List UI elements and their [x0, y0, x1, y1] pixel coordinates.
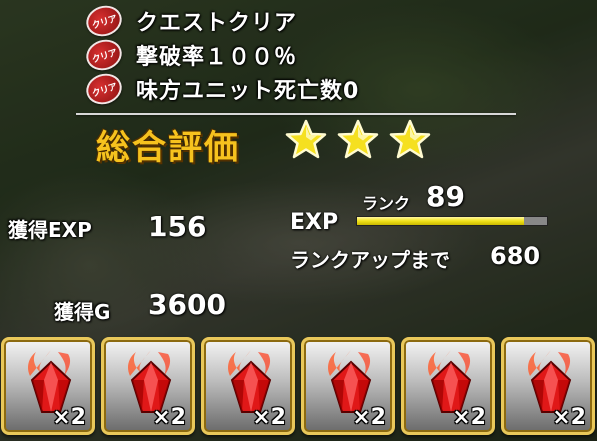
reward-slot[interactable]: ×2 — [201, 337, 295, 435]
quest-objectives: クリア クエストクリア クリア 撃破率１００％ クリア 味方ユニット死亡数0 — [82, 1, 360, 109]
reward-quantity: ×2 — [152, 405, 186, 430]
quest-row: クリア 撃破率１００％ — [82, 35, 359, 75]
quest-row: クリア 味方ユニット死亡数0 — [82, 69, 360, 109]
clear-stamp-icon: クリア — [82, 1, 126, 41]
reward-slot[interactable]: ×2 — [501, 337, 595, 435]
exp-gained-label: 獲得EXP — [8, 218, 92, 242]
quest-label: クエストクリア — [136, 11, 298, 36]
reward-list: ×2 ×2 ×2 ×2 ×2 ×2 — [0, 337, 597, 441]
exp-progress-fill — [357, 217, 525, 225]
gold-gained-value: 3600 — [148, 288, 226, 321]
clear-stamp-icon: クリア — [82, 35, 126, 75]
clear-stamp-icon: クリア — [82, 69, 126, 109]
gold-gained-label: 獲得G — [54, 300, 111, 324]
rating-stars — [284, 118, 432, 162]
overall-rating-label: 総合評価 — [96, 128, 240, 168]
star-icon — [284, 118, 328, 162]
exp-bar-label: EXP — [290, 210, 339, 235]
clear-stamp-label: クリア — [90, 13, 119, 32]
exp-progress-bar — [356, 216, 548, 226]
rankup-label: ランクアップまで — [290, 248, 450, 272]
reward-slot[interactable]: ×2 — [401, 337, 495, 435]
reward-quantity: ×2 — [252, 405, 286, 430]
reward-slot[interactable]: ×2 — [101, 337, 195, 435]
exp-gained-value: 156 — [148, 210, 207, 243]
rank-label: ランク — [362, 194, 411, 213]
clear-stamp-label: クリア — [90, 81, 119, 100]
clear-stamp-label: クリア — [90, 47, 119, 66]
reward-quantity: ×2 — [352, 405, 386, 430]
quest-label: 撃破率１００％ — [136, 45, 298, 70]
star-icon — [388, 118, 432, 162]
quest-label: 味方ユニット死亡数0 — [136, 79, 360, 104]
reward-slot[interactable]: ×2 — [1, 337, 95, 435]
star-icon — [336, 118, 380, 162]
reward-slot[interactable]: ×2 — [301, 337, 395, 435]
divider — [76, 113, 516, 115]
quest-row: クリア クエストクリア — [82, 1, 359, 41]
reward-quantity: ×2 — [552, 405, 586, 430]
rank-value: 89 — [426, 180, 465, 213]
reward-quantity: ×2 — [52, 405, 86, 430]
reward-quantity: ×2 — [452, 405, 486, 430]
rankup-value: 680 — [490, 242, 541, 270]
